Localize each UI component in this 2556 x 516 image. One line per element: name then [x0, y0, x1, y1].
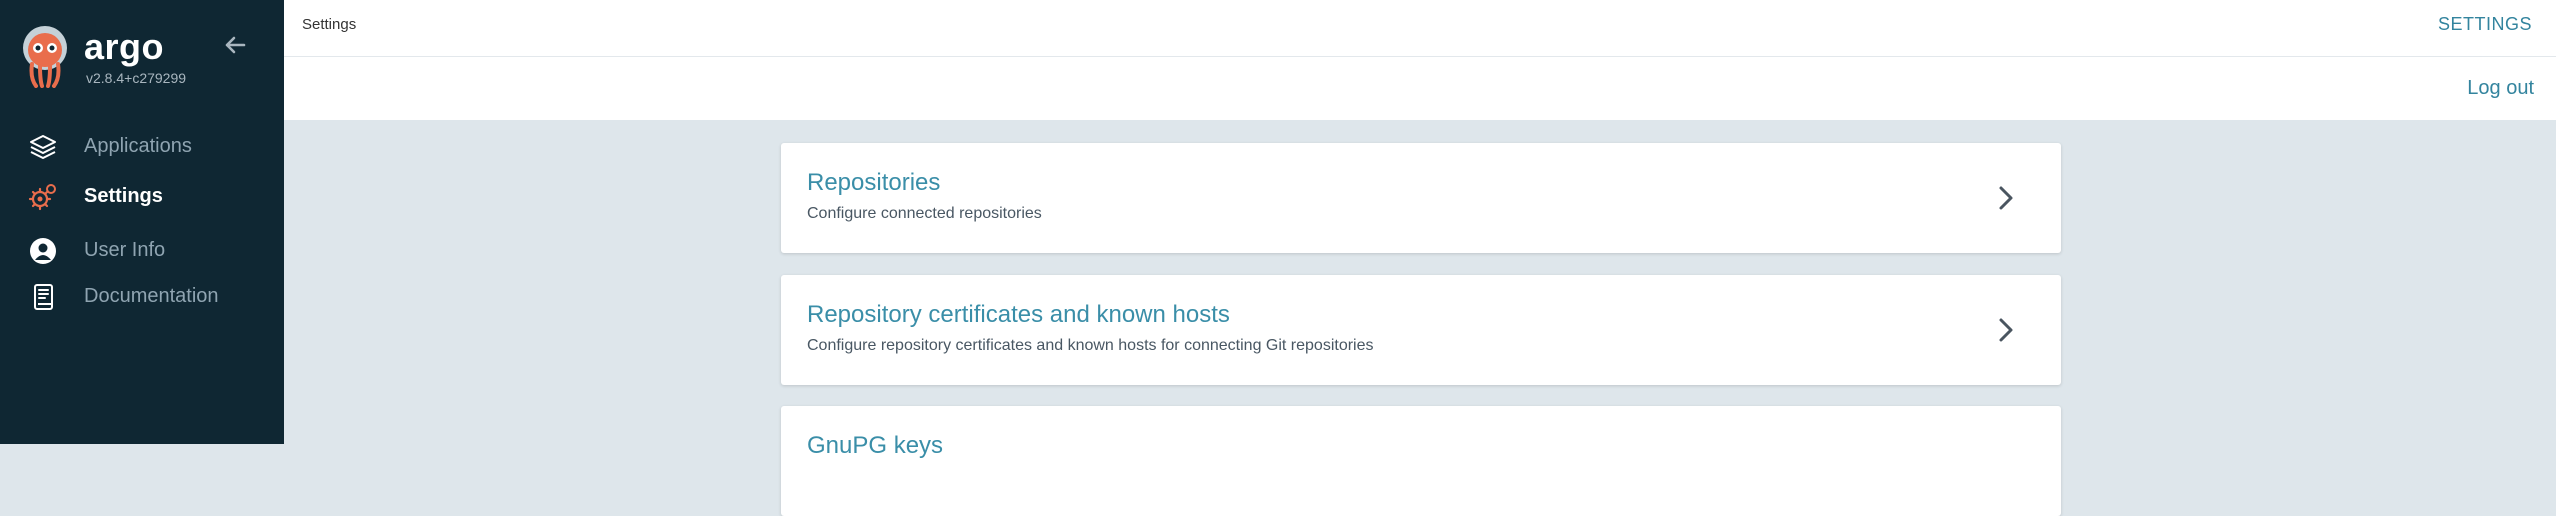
layers-icon — [30, 135, 56, 159]
action-bar: Log out — [284, 57, 2556, 120]
card-description: Configure repository certificates and kn… — [807, 337, 1374, 354]
gears-icon — [28, 184, 56, 211]
brand-name: argo — [84, 26, 165, 67]
sidebar-item-label: Settings — [84, 184, 163, 207]
argo-logo-icon — [23, 26, 67, 88]
page-title: SETTINGS — [2437, 14, 2532, 34]
card-title: GnuPG keys — [807, 432, 944, 459]
top-bar: Settings SETTINGS — [284, 0, 2556, 57]
breadcrumb[interactable]: Settings — [302, 16, 356, 33]
sidebar-item-user-info[interactable]: User Info — [0, 228, 284, 272]
card-title: Repositories — [807, 169, 941, 196]
settings-card-repositories[interactable]: Repositories Configure connected reposit… — [781, 143, 2061, 253]
sidebar: argo v2.8.4+c279299 Applications Setting… — [0, 0, 284, 444]
sidebar-item-settings[interactable]: Settings — [0, 174, 284, 218]
sidebar-item-applications[interactable]: Applications — [0, 124, 284, 168]
logout-button[interactable]: Log out — [2467, 77, 2534, 100]
sidebar-item-documentation[interactable]: Documentation — [0, 274, 284, 318]
sidebar-item-label: Applications — [84, 134, 192, 157]
sidebar-item-label: Documentation — [84, 284, 219, 307]
settings-card-gnupg-keys[interactable]: GnuPG keys — [781, 406, 2061, 516]
book-icon — [34, 284, 53, 310]
app-version: v2.8.4+c279299 — [86, 70, 187, 86]
chevron-right-icon — [1999, 186, 2013, 210]
card-title: Repository certificates and known hosts — [807, 301, 1230, 328]
card-description: Configure connected repositories — [807, 205, 1042, 222]
chevron-right-icon — [1999, 318, 2013, 342]
user-circle-icon — [30, 238, 56, 264]
settings-card-certificates[interactable]: Repository certificates and known hosts … — [781, 275, 2061, 385]
collapse-sidebar-arrow-icon[interactable] — [220, 30, 250, 60]
sidebar-item-label: User Info — [84, 238, 166, 261]
